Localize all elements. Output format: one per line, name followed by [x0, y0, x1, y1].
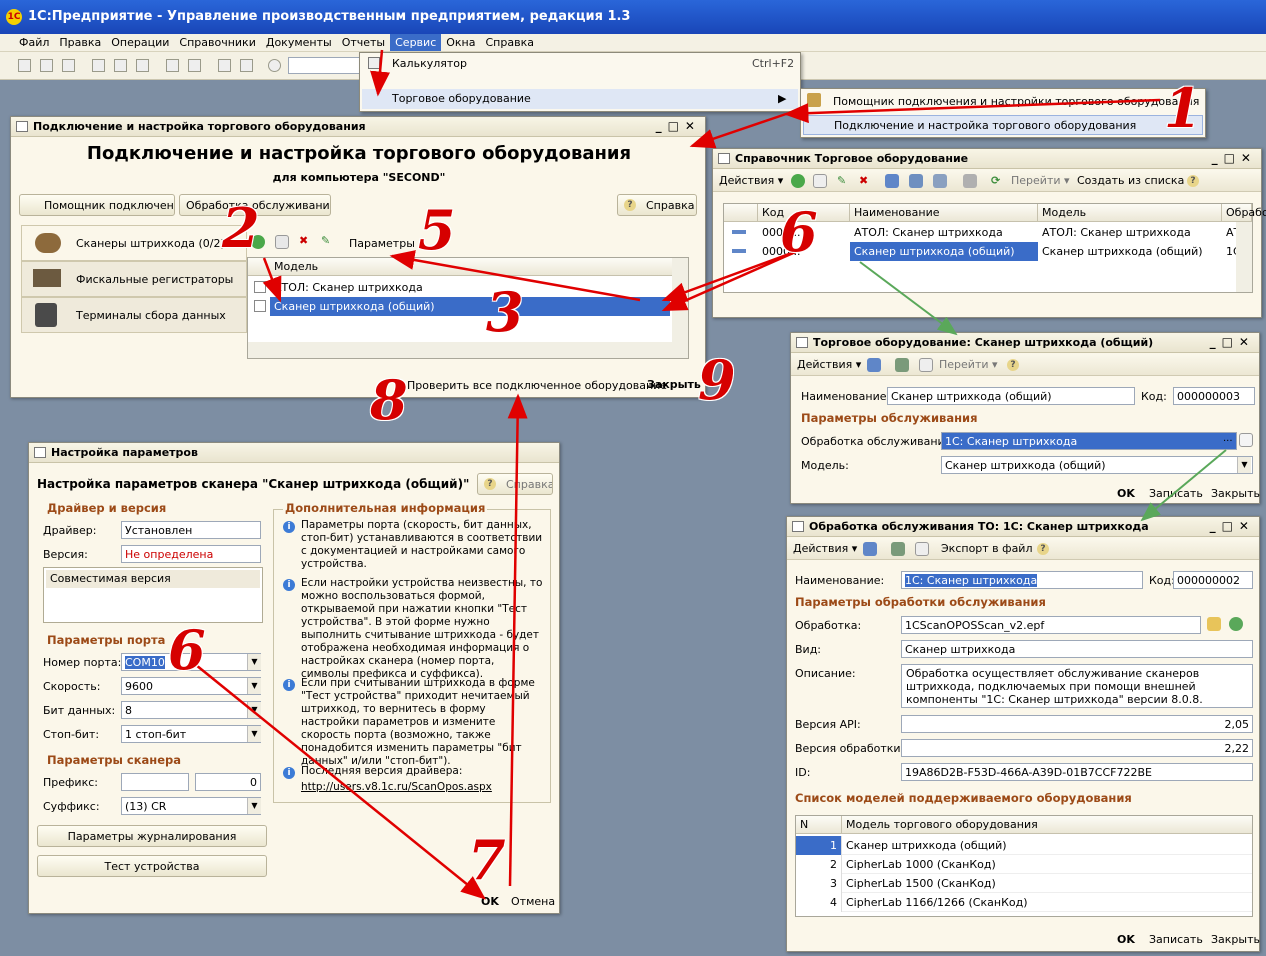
step-number: 2 [222, 196, 260, 260]
arrow-line [262, 257, 282, 303]
step-number: 7 [468, 828, 506, 892]
step-number: 6 [168, 618, 206, 682]
step-number: 1 [1164, 76, 1202, 140]
arrow-line [783, 98, 1161, 124]
step-number: 6 [780, 200, 818, 264]
arrow-line [195, 664, 486, 900]
step-number: 3 [486, 280, 524, 344]
arrow-line [507, 393, 528, 887]
arrow-line [859, 261, 958, 336]
annotation-arrows [195, 49, 1227, 900]
step-number: 9 [698, 348, 736, 412]
arrow-line [1140, 449, 1227, 522]
step-number: 8 [370, 368, 408, 432]
arrow-line [689, 112, 787, 149]
step-number: 5 [418, 198, 456, 262]
arrow-line [370, 49, 390, 97]
